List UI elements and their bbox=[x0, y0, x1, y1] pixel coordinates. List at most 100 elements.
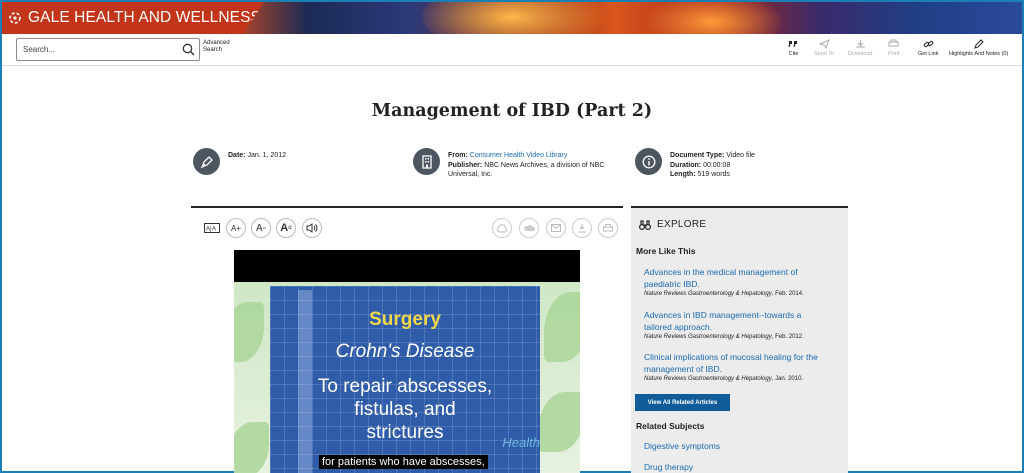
highlights-notes-label: Highlights And Notes (0) bbox=[949, 51, 1009, 57]
title-line: management of IBD. bbox=[644, 364, 722, 374]
advanced-search-line2: Search bbox=[203, 47, 223, 53]
related-article-source: Nature Reviews Gastroenterology & Hepato… bbox=[644, 334, 804, 340]
related-article-title[interactable]: Clinical implications of mucosal healing… bbox=[644, 351, 844, 375]
info-icon bbox=[635, 148, 662, 175]
gale-logo-icon bbox=[9, 12, 21, 24]
related-article-source: Nature Reviews Gastroenterology & Hepato… bbox=[644, 376, 804, 382]
send-to-label: Send To bbox=[814, 51, 835, 57]
leaf-decoration bbox=[539, 392, 580, 452]
doctype-label: Document Type: bbox=[670, 152, 725, 159]
source-date: Feb. 2014. bbox=[775, 291, 804, 297]
duration-value: 00:00:08 bbox=[703, 161, 731, 169]
brand-name: GALE HEALTH AND WELLNESS bbox=[28, 9, 261, 26]
google-drive-button[interactable] bbox=[492, 218, 512, 238]
publisher-value: NBC News Archives, a division of NBC bbox=[484, 161, 605, 169]
download-label: Download bbox=[848, 51, 873, 57]
more-like-this-heading: More Like This bbox=[636, 246, 696, 256]
listen-button[interactable] bbox=[302, 218, 322, 238]
pen-nib-icon bbox=[193, 148, 220, 175]
download-icon bbox=[578, 223, 586, 232]
source-name: Nature Reviews Gastroenterology & Hepato… bbox=[644, 334, 772, 340]
header-banner-image-2 bbox=[642, 2, 782, 34]
related-article[interactable]: Advances in IBD management--towards a tai… bbox=[644, 309, 844, 340]
source-date: Feb. 2012. bbox=[775, 334, 804, 340]
onedrive-button[interactable] bbox=[519, 218, 539, 238]
slide-body-line2: fistulas, and bbox=[354, 399, 456, 420]
content-panel: A| A A+ A- Aα Surgery Crohn's Disease To … bbox=[191, 206, 623, 473]
search-icon[interactable] bbox=[182, 43, 195, 56]
toolbar: Advanced Search Cite Send To Download Pr… bbox=[2, 34, 1022, 66]
doctype-value: Video file bbox=[726, 152, 755, 159]
related-article-title[interactable]: Advances in IBD management--towards a tai… bbox=[644, 309, 844, 333]
health-logo: Health bbox=[502, 435, 540, 450]
speaker-icon bbox=[306, 223, 318, 233]
font-increase-button[interactable]: A+ bbox=[226, 218, 246, 238]
print-icon bbox=[888, 39, 899, 47]
email-button[interactable] bbox=[546, 218, 566, 238]
cite-label: Cite bbox=[788, 51, 799, 57]
translate-button[interactable]: A| A bbox=[202, 218, 222, 238]
building-icon bbox=[413, 148, 440, 175]
advanced-search-link[interactable]: Advanced Search bbox=[203, 40, 230, 54]
link-icon bbox=[923, 40, 934, 48]
video-player[interactable]: Surgery Crohn's Disease To repair absces… bbox=[234, 250, 580, 473]
pen-icon bbox=[974, 39, 984, 49]
explore-panel: EXPLORE More Like This Advances in the m… bbox=[631, 206, 848, 473]
font-style-suffix: α bbox=[288, 225, 292, 231]
related-article[interactable]: Advances in the medical management of pae… bbox=[644, 266, 844, 297]
meta-doctype: Document Type: Video file Duration: 00:0… bbox=[635, 148, 755, 180]
print-doc-button[interactable] bbox=[598, 218, 618, 238]
title-line: Advances in IBD management--towards a bbox=[644, 310, 802, 320]
from-link[interactable]: Consumer Health Video Library bbox=[470, 152, 568, 159]
brand-logo-link[interactable]: GALE HEALTH AND WELLNESS bbox=[2, 2, 264, 34]
send-to-button[interactable]: Send To bbox=[814, 39, 834, 57]
meta-source: From: Consumer Health Video Library Publ… bbox=[413, 148, 618, 180]
source-date: Jan. 2010. bbox=[775, 376, 804, 382]
slide-body: To repair abscesses, fistulas, and stric… bbox=[270, 375, 540, 444]
slide-heading: Surgery bbox=[369, 309, 441, 330]
cite-button[interactable]: Cite bbox=[788, 39, 799, 57]
get-link-button[interactable]: Get Link bbox=[918, 39, 938, 57]
font-increase-label: A+ bbox=[230, 223, 241, 233]
search-box bbox=[16, 38, 200, 61]
send-icon bbox=[818, 39, 830, 49]
leaf-decoration bbox=[544, 292, 580, 362]
source-name: Nature Reviews Gastroenterology & Hepato… bbox=[644, 291, 772, 297]
print-button[interactable]: Print bbox=[888, 39, 899, 57]
date-value: Jan. 1, 2012 bbox=[247, 152, 286, 159]
related-subject-link[interactable]: Drug therapy bbox=[644, 462, 693, 472]
cite-icon bbox=[788, 41, 797, 47]
explore-heading-text: EXPLORE bbox=[657, 219, 707, 230]
site-header: GALE HEALTH AND WELLNESS bbox=[2, 2, 1022, 34]
title-line: Clinical implications of mucosal healing… bbox=[644, 352, 818, 362]
drive-icon bbox=[497, 224, 507, 232]
translate-icon: A| A bbox=[204, 223, 220, 233]
slide-body-line1: To repair abscesses, bbox=[317, 376, 493, 397]
print-icon bbox=[603, 223, 613, 231]
leaf-decoration bbox=[234, 422, 269, 473]
title-line: paediatric IBD. bbox=[644, 279, 700, 289]
related-subjects-heading: Related Subjects bbox=[636, 421, 705, 431]
binoculars-icon bbox=[639, 219, 651, 230]
duration-label: Duration: bbox=[670, 161, 702, 169]
date-label: Date: bbox=[228, 152, 246, 159]
leaf-decoration bbox=[234, 302, 264, 362]
publisher-value-2: Universal, Inc. bbox=[448, 171, 493, 178]
font-decrease-button[interactable]: A- bbox=[251, 218, 271, 238]
advanced-search-line1: Advanced bbox=[203, 40, 230, 46]
title-line: tailored approach. bbox=[644, 322, 713, 332]
publisher-label: Publisher: bbox=[448, 161, 483, 169]
highlights-notes-button[interactable]: Highlights And Notes (0) bbox=[949, 39, 1008, 57]
font-decrease-label: A- bbox=[256, 222, 266, 234]
download-doc-button[interactable] bbox=[572, 218, 592, 238]
slide-body-line3: strictures bbox=[366, 422, 444, 443]
related-article-title[interactable]: Advances in the medical management of pae… bbox=[644, 266, 844, 290]
font-style-button[interactable]: Aα bbox=[276, 218, 296, 238]
view-all-related-articles-button[interactable]: View All Related Articles bbox=[635, 394, 730, 411]
related-subject-link[interactable]: Digestive symptoms bbox=[644, 441, 720, 451]
search-input[interactable] bbox=[17, 45, 177, 54]
get-link-label: Get Link bbox=[918, 51, 939, 57]
related-article[interactable]: Clinical implications of mucosal healing… bbox=[644, 351, 844, 382]
download-button[interactable]: Download bbox=[848, 39, 872, 57]
length-label: Length: bbox=[670, 171, 696, 178]
